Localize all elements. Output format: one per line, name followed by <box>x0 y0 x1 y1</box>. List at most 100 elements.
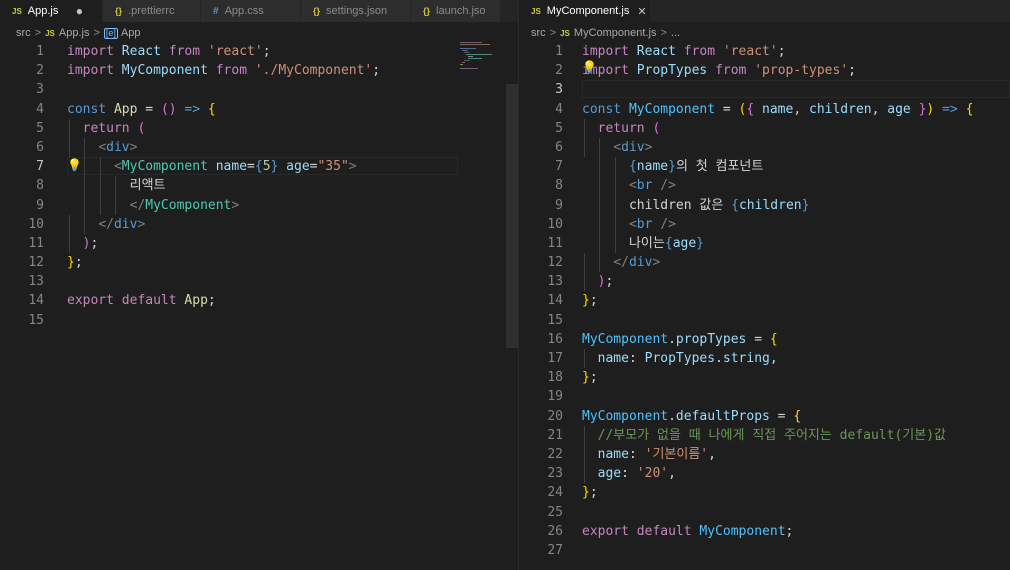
breadcrumb: src > JS App.js > [e] App <box>0 24 518 42</box>
line-number: 22 <box>547 446 563 462</box>
tab-mycomponent-js[interactable]: JS MyComponent.js ✕ <box>519 0 651 22</box>
breadcrumb-folder[interactable]: src <box>531 27 546 39</box>
line-number: 1 <box>36 44 44 59</box>
scrollbar-thumb[interactable] <box>506 84 518 348</box>
tab-launch-json[interactable]: {} launch.jso <box>411 0 501 22</box>
code-line: 23 age: '20', <box>519 464 1010 484</box>
line-number: 5 <box>36 120 44 136</box>
right-tab-bar: JS MyComponent.js ✕ <box>519 0 1010 22</box>
code-line-current: 7 💡 <MyComponent name={5} age="35"> <box>0 157 518 177</box>
code-line: 6 <div> <box>519 137 1010 158</box>
line-number: 7 <box>555 159 563 175</box>
code-line: 4 const MyComponent = ({ name, children, … <box>519 100 1010 119</box>
code-editor[interactable]: 1 import React from 'react'; 2 import MyCo… <box>0 42 518 570</box>
line-number: 2 <box>36 63 44 79</box>
code-line: 1 import React from 'react'; <box>0 42 518 61</box>
chevron-right-icon: > <box>93 27 100 39</box>
line-content: return ( <box>82 120 146 136</box>
tab-label: MyComponent.js <box>546 5 630 17</box>
line-number: 10 <box>28 216 44 232</box>
tab-label: launch.jso <box>436 5 486 17</box>
breadcrumb-file[interactable]: MyComponent.js <box>574 27 657 39</box>
line-content: export default App; <box>67 293 216 309</box>
current-line-highlight <box>582 80 1010 99</box>
code-line: 25 <box>519 503 1010 522</box>
breadcrumb: src > JS MyComponent.js > ... <box>519 24 1010 42</box>
right-editor-group: JS MyComponent.js ✕ src > JS MyComponent… <box>519 0 1010 570</box>
code-line: 10 <br /> <box>519 214 1010 234</box>
code-line: 16 MyComponent.propTypes = { <box>519 330 1010 349</box>
line-number: 5 <box>555 120 563 136</box>
line-content: age: '20', <box>597 466 676 482</box>
breadcrumb-file[interactable]: App.js <box>59 27 90 39</box>
chevron-right-icon: > <box>34 27 42 39</box>
close-icon[interactable]: ✕ <box>637 5 646 18</box>
code-line: 11 나이는{age} <box>519 233 1010 254</box>
line-content: }; <box>67 255 83 271</box>
code-line: 2 import MyComponent from './MyComponent'… <box>0 61 518 80</box>
line-number: 13 <box>547 274 563 290</box>
code-line: 13 <box>0 272 518 291</box>
line-number: 23 <box>547 466 563 482</box>
line-number: 13 <box>28 274 44 290</box>
line-number: 2 <box>555 63 563 79</box>
line-number: 16 <box>547 331 563 347</box>
line-number: 7 <box>36 159 44 175</box>
left-tab-bar: JS App.js ● {} .prettierrc # App.css {} … <box>0 0 518 22</box>
left-editor-group: JS App.js ● {} .prettierrc # App.css {} … <box>0 0 519 570</box>
line-content: </div> <box>613 255 661 271</box>
code-editor[interactable]: 1 import React from 'react'; 2 import Prop… <box>519 42 1010 570</box>
code-line: 11 ); <box>0 233 518 254</box>
line-number: 11 <box>28 235 44 251</box>
code-line: 26 export default MyComponent; <box>519 522 1010 541</box>
unsaved-dot-icon[interactable]: ● <box>72 4 86 18</box>
line-content: <div> <box>613 139 653 155</box>
line-number: 20 <box>547 408 563 424</box>
code-line: 3 <box>0 80 518 99</box>
line-number: 9 <box>36 197 44 213</box>
code-line: 10 </div> <box>0 214 518 234</box>
tab-app-js[interactable]: JS App.js ● <box>0 0 103 22</box>
line-number: 6 <box>555 139 563 155</box>
line-content: import PropTypes from 'prop-types'; <box>582 63 856 79</box>
line-content: </div> <box>98 216 146 232</box>
line-content: import React from 'react'; <box>67 44 271 59</box>
code-line: 5 return ( <box>519 118 1010 138</box>
line-content: ); <box>597 274 614 290</box>
code-line-current: 3 <box>519 80 1010 99</box>
code-line: 13 ); <box>519 272 1010 292</box>
line-number: 18 <box>547 370 563 386</box>
line-number: 14 <box>547 293 563 309</box>
code-line: 4 const App = () => { <box>0 100 518 119</box>
tab-prettierrc[interactable]: {} .prettierrc <box>103 0 201 22</box>
line-content: name: PropTypes.string, <box>597 351 778 366</box>
tab-settings-json[interactable]: {} settings.json <box>301 0 411 22</box>
line-number: 24 <box>547 485 563 501</box>
code-line: 27 <box>519 541 1010 560</box>
code-line: 8 <br /> <box>519 176 1010 196</box>
minimap[interactable] <box>456 42 506 72</box>
line-number: 1 <box>555 44 563 59</box>
breadcrumb-folder[interactable]: src <box>16 27 31 39</box>
code-line: 8 리액트 <box>0 176 518 196</box>
line-number: 21 <box>547 427 563 443</box>
js-file-icon: JS <box>45 28 55 38</box>
line-number: 4 <box>36 101 44 117</box>
variable-symbol-icon: [e] <box>103 27 118 39</box>
css-file-icon: # <box>213 5 219 17</box>
lightbulb-icon[interactable]: 💡 <box>582 58 597 77</box>
code-line: 20 MyComponent.defaultProps = { <box>519 407 1010 426</box>
tab-app-css[interactable]: # App.css <box>201 0 301 22</box>
json-file-icon: {} <box>423 6 431 16</box>
code-line: 18}; <box>519 368 1010 387</box>
line-content: <MyComponent name={5} age="35"> <box>113 159 357 175</box>
line-content: 리액트 <box>129 178 166 194</box>
breadcrumb-symbol[interactable]: App <box>121 27 141 39</box>
breadcrumb-trail[interactable]: ... <box>671 27 680 39</box>
line-content: const App = () => { <box>67 101 216 117</box>
line-content: <br /> <box>628 178 676 194</box>
json-file-icon: {} <box>115 6 123 16</box>
tab-label: settings.json <box>326 5 388 17</box>
code-line: 17 name: PropTypes.string, <box>519 349 1010 369</box>
line-content: <br /> <box>628 216 676 232</box>
